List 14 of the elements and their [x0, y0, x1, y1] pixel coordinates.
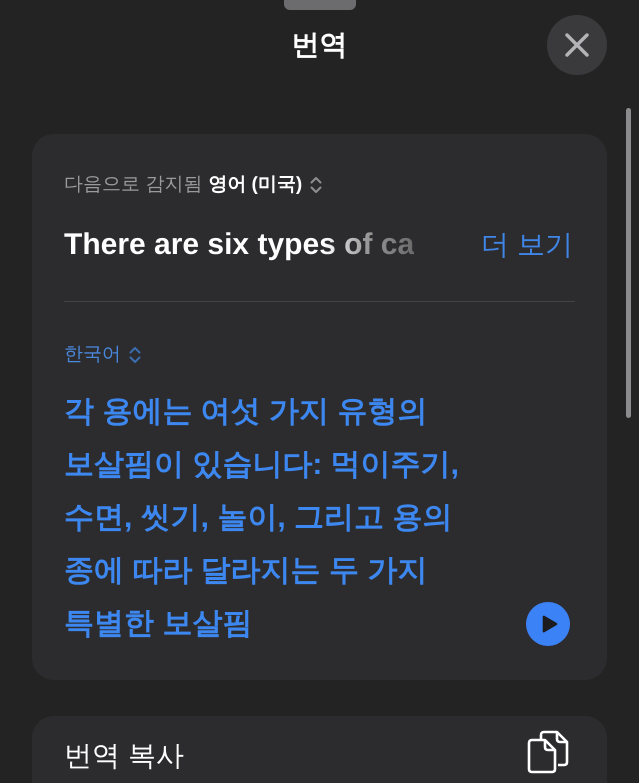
sheet-title: 번역 — [292, 28, 348, 62]
chevron-up-down-icon — [310, 176, 322, 194]
play-icon — [542, 615, 558, 633]
close-icon — [565, 33, 589, 57]
drag-handle[interactable] — [284, 0, 356, 10]
play-button[interactable] — [526, 602, 570, 646]
detected-label: 다음으로 감지됨 — [64, 173, 202, 197]
source-language-picker[interactable]: 영어 (미국) — [208, 171, 322, 199]
more-link[interactable]: 더 보기 — [481, 225, 573, 265]
copy-icon — [526, 730, 570, 774]
copy-translation-button[interactable]: 번역 복사 — [32, 716, 607, 783]
translated-text: 각 용에는 여섯 가지 유형의 보살핌이 있습니다: 먹이주기, 수면, 씻기, 놀이, 그리고 용의 종에 따라 달라지는 두 가지 특별한 보살핌 — [64, 394, 460, 642]
target-language-picker[interactable]: 한국어 — [64, 341, 141, 369]
chevron-up-down-icon — [129, 346, 141, 364]
